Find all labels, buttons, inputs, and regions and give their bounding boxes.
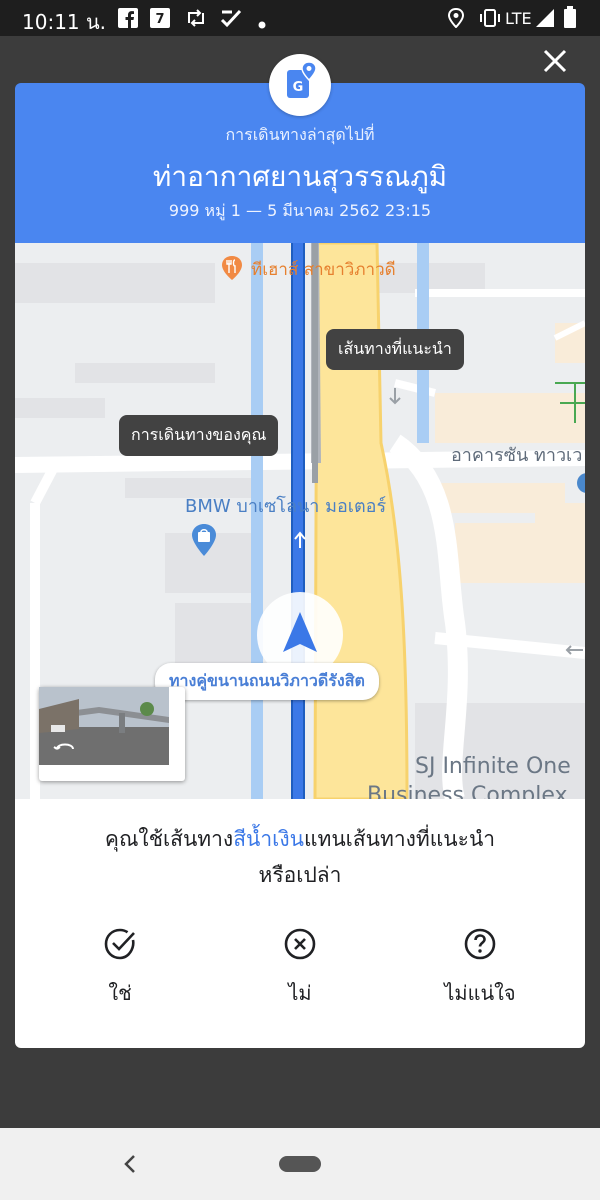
status-bar: 10:11 น. 7 LTE [0,0,600,36]
question-part2: แทนเส้นทางที่แนะนำ [303,827,496,851]
cancel-circle-icon [284,928,316,960]
no-button[interactable]: ไม่ [235,919,365,1019]
unsure-label: ไม่แน่ใจ [444,981,516,1005]
svg-text:7: 7 [155,12,164,27]
seven-eleven-icon: 7 [150,8,170,32]
check-app-icon [220,8,242,32]
signal-icon [535,8,555,32]
unsure-button[interactable]: ไม่แน่ใจ [415,919,545,1019]
retweet-icon [184,8,208,32]
back-button[interactable] [120,1152,140,1180]
system-nav-bar [0,1128,600,1200]
status-time: 10:11 น. [22,10,107,34]
maps-timeline-icon: G [287,61,317,98]
complex-label-line2: Business Complex [367,783,568,799]
back-chevron-icon [124,1155,135,1173]
street-view-thumbnail[interactable] [39,687,185,781]
destination-title: ท่าอากาศยานสุวรรณภูมิ [152,160,448,193]
question-line2: หรือเปล่า [258,863,342,887]
building-label: อาคารซัน ทาวเว [451,445,583,466]
network-type: LTE [505,9,532,28]
map-view[interactable]: ทีเฮาส์ สาขาวิภาวดี เส้นทางที่แนะนำ การเ… [15,243,585,799]
route-question-panel: คุณใช้เส้นทางสีน้ำเงินแทนเส้นทางที่แนะนำ… [15,799,585,1048]
facebook-icon [118,8,138,32]
trip-address-date: 999 หมู่ 1 — 5 มีนาคม 2562 23:15 [168,201,432,220]
question-part1: คุณใช้เส้นทาง [104,827,234,851]
route-question: คุณใช้เส้นทางสีน้ำเงินแทนเส้นทางที่แนะนำ… [15,821,585,893]
vibrate-icon [478,8,502,32]
your-route-tooltip: การเดินทางของคุณ [119,415,279,456]
shop-label: BMW บาเซโลนา มอเตอร์ [185,496,387,517]
yes-label: ใช่ [108,981,132,1005]
battery-icon [564,6,576,32]
dot-icon [258,14,266,33]
svg-text:G: G [293,80,304,95]
check-circle-icon [104,928,135,960]
street-view-image [39,687,169,765]
header-subtitle: การเดินทางล่าสุดไปที่ [225,125,375,144]
location-icon [447,7,465,32]
restaurant-label: ทีเฮาส์ สาขาวิภาวดี [251,260,396,280]
home-button[interactable] [279,1156,321,1172]
help-circle-icon [464,928,496,960]
complex-label: SJ Infinite One [415,754,571,779]
close-button[interactable] [540,46,570,76]
yes-button[interactable]: ใช่ [55,919,185,1019]
suggested-route-tooltip: เส้นทางที่แนะนำ [326,329,464,370]
google-maps-timeline-logo: G [269,54,331,116]
close-icon [543,49,567,73]
road-name-label: ทางคู่ขนานถนนวิภาวดีรังสิต [155,663,379,700]
no-label: ไม่ [288,981,312,1005]
question-highlight: สีน้ำเงิน [233,827,304,851]
